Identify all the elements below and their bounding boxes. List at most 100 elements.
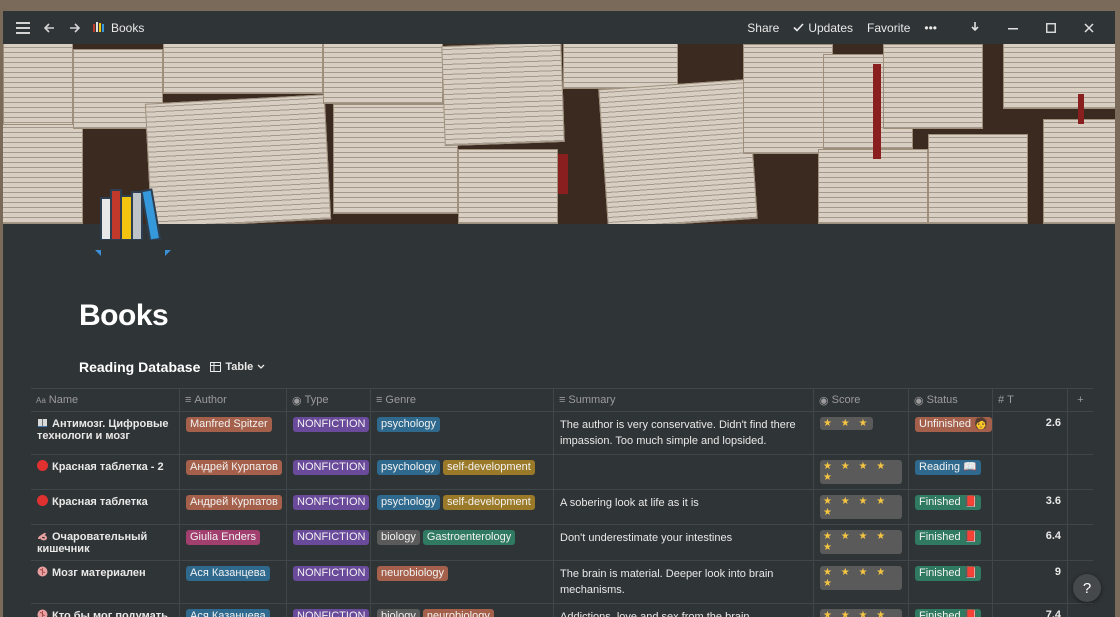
- author-cell[interactable]: Андрей Курпатов: [180, 490, 287, 524]
- help-button[interactable]: ?: [1073, 574, 1101, 602]
- table-row[interactable]: Кто бы мог подумать Ася Казанцева NONFIC…: [31, 604, 1093, 617]
- t-cell[interactable]: 2.6: [993, 412, 1068, 454]
- column-header-genre[interactable]: ≡ Genre: [371, 388, 554, 412]
- breadcrumb[interactable]: Books: [93, 21, 144, 35]
- favorite-button[interactable]: Favorite: [867, 21, 910, 35]
- status-cell[interactable]: Unfinished 🧑: [909, 412, 993, 454]
- status-tag: Finished 📕: [915, 530, 982, 545]
- genre-tag[interactable]: self-development: [443, 495, 535, 510]
- forward-arrow-icon[interactable]: [67, 20, 83, 36]
- genre-cell[interactable]: neurobiology: [371, 561, 554, 603]
- genre-cell[interactable]: psychology self-development: [371, 490, 554, 524]
- close-icon[interactable]: [1077, 20, 1101, 36]
- updates-button[interactable]: Updates: [793, 21, 853, 35]
- genre-tag[interactable]: neurobiology: [422, 609, 494, 617]
- status-cell[interactable]: Finished 📕: [909, 561, 993, 603]
- genre-cell[interactable]: biology neurobiology: [371, 604, 554, 617]
- text-property-icon: Aa: [36, 395, 46, 405]
- genre-tag[interactable]: psychology: [377, 460, 441, 475]
- name-cell[interactable]: Антимозг. Цифровые технологи и мозг: [31, 412, 180, 454]
- name-cell[interactable]: Мозг материален: [31, 561, 180, 603]
- score-cell[interactable]: ★ ★ ★ ★ ★: [814, 525, 909, 560]
- status-cell[interactable]: Finished 📕: [909, 490, 993, 524]
- author-tag: Ася Казанцева: [186, 609, 270, 617]
- table-row[interactable]: Красная таблетка Андрей Курпатов NONFICT…: [31, 490, 1093, 525]
- score-cell[interactable]: ★ ★ ★ ★ ★: [814, 490, 909, 524]
- breadcrumb-title: Books: [111, 20, 145, 35]
- back-arrow-icon[interactable]: [41, 20, 57, 36]
- view-selector[interactable]: Table: [210, 361, 265, 373]
- minimize-icon[interactable]: [1001, 20, 1025, 36]
- status-cell[interactable]: Reading 📖: [909, 455, 993, 489]
- type-cell[interactable]: NONFICTION: [287, 490, 371, 524]
- score-cell[interactable]: ★ ★ ★ ★ ★: [814, 604, 909, 617]
- maximize-icon[interactable]: [1039, 20, 1063, 36]
- summary-cell[interactable]: Don't underestimate your intestines: [554, 525, 814, 560]
- genre-tag[interactable]: psychology: [377, 417, 441, 432]
- name-cell[interactable]: Кто бы мог подумать: [31, 604, 180, 617]
- t-cell[interactable]: [993, 455, 1068, 489]
- genre-tag[interactable]: self-development: [443, 460, 535, 475]
- author-cell[interactable]: Ася Казанцева: [180, 561, 287, 603]
- column-header-name[interactable]: Aa Name: [31, 388, 180, 412]
- author-cell[interactable]: Giulia Enders: [180, 525, 287, 560]
- book-name: Красная таблетка - 2: [52, 461, 164, 473]
- column-header-author[interactable]: ≡ Author: [180, 388, 287, 412]
- genre-tag[interactable]: biology: [377, 609, 420, 617]
- type-cell[interactable]: NONFICTION: [287, 412, 371, 454]
- table-row[interactable]: Красная таблетка - 2 Андрей Курпатов NON…: [31, 455, 1093, 490]
- page-books-icon[interactable]: [91, 176, 175, 260]
- number-property-icon: #: [998, 394, 1005, 406]
- column-header-status[interactable]: ◉ Status: [909, 388, 993, 412]
- genre-cell[interactable]: psychology: [371, 412, 554, 454]
- table-row[interactable]: Антимозг. Цифровые технологи и мозг Manf…: [31, 412, 1093, 455]
- menu-icon[interactable]: [15, 20, 31, 36]
- status-cell[interactable]: Finished 📕: [909, 604, 993, 617]
- name-cell[interactable]: Красная таблетка - 2: [31, 455, 180, 489]
- table-row[interactable]: Очаровательный кишечник Giulia Enders NO…: [31, 525, 1093, 561]
- author-cell[interactable]: Ася Казанцева: [180, 604, 287, 617]
- genre-tag[interactable]: psychology: [377, 495, 441, 510]
- column-header-t[interactable]: # T: [993, 388, 1068, 412]
- t-cell[interactable]: 3.6: [993, 490, 1068, 524]
- book-icon: [37, 418, 52, 430]
- add-column-button[interactable]: +: [1068, 388, 1093, 412]
- summary-cell[interactable]: [554, 455, 814, 489]
- genre-cell[interactable]: psychology self-development: [371, 455, 554, 489]
- type-cell[interactable]: NONFICTION: [287, 455, 371, 489]
- type-cell[interactable]: NONFICTION: [287, 604, 371, 617]
- author-tag: Ася Казанцева: [186, 566, 270, 581]
- status-cell[interactable]: Finished 📕: [909, 525, 993, 560]
- table-row[interactable]: Мозг материален Ася Казанцева NONFICTION…: [31, 561, 1093, 604]
- author-cell[interactable]: Андрей Курпатов: [180, 455, 287, 489]
- summary-cell[interactable]: The brain is material. Deeper look into …: [554, 561, 814, 603]
- summary-cell[interactable]: The author is very conservative. Didn't …: [554, 412, 814, 454]
- genre-tag[interactable]: Gastroenterology: [422, 530, 516, 545]
- name-cell[interactable]: Красная таблетка: [31, 490, 180, 524]
- score-cell[interactable]: ★ ★ ★ ★ ★: [814, 455, 909, 489]
- type-cell[interactable]: NONFICTION: [287, 525, 371, 560]
- download-icon[interactable]: [963, 20, 987, 36]
- genre-tag[interactable]: neurobiology: [377, 566, 448, 581]
- column-header-summary[interactable]: ≡ Summary: [554, 388, 814, 412]
- column-header-type[interactable]: ◉ Type: [287, 388, 371, 412]
- status-tag: Finished 📕: [915, 566, 982, 581]
- empty-cell: [1068, 604, 1093, 617]
- score-cell[interactable]: ★ ★ ★: [814, 412, 909, 454]
- more-options-button[interactable]: •••: [924, 21, 937, 35]
- t-cell[interactable]: 6.4: [993, 525, 1068, 560]
- summary-cell[interactable]: A sobering look at life as it is: [554, 490, 814, 524]
- type-cell[interactable]: NONFICTION: [287, 561, 371, 603]
- genre-tag[interactable]: biology: [377, 530, 420, 545]
- brain-icon: [37, 609, 52, 617]
- column-header-score[interactable]: ◉ Score: [814, 388, 909, 412]
- database-title[interactable]: Reading Database: [79, 359, 200, 375]
- t-cell[interactable]: 7.4: [993, 604, 1068, 617]
- author-cell[interactable]: Manfred Spitzer: [180, 412, 287, 454]
- genre-cell[interactable]: biology Gastroenterology: [371, 525, 554, 560]
- summary-cell[interactable]: Addictions, love and sex from the brain …: [554, 604, 814, 617]
- score-cell[interactable]: ★ ★ ★ ★ ★: [814, 561, 909, 603]
- share-button[interactable]: Share: [747, 21, 779, 35]
- name-cell[interactable]: Очаровательный кишечник: [31, 525, 180, 560]
- t-cell[interactable]: 9: [993, 561, 1068, 603]
